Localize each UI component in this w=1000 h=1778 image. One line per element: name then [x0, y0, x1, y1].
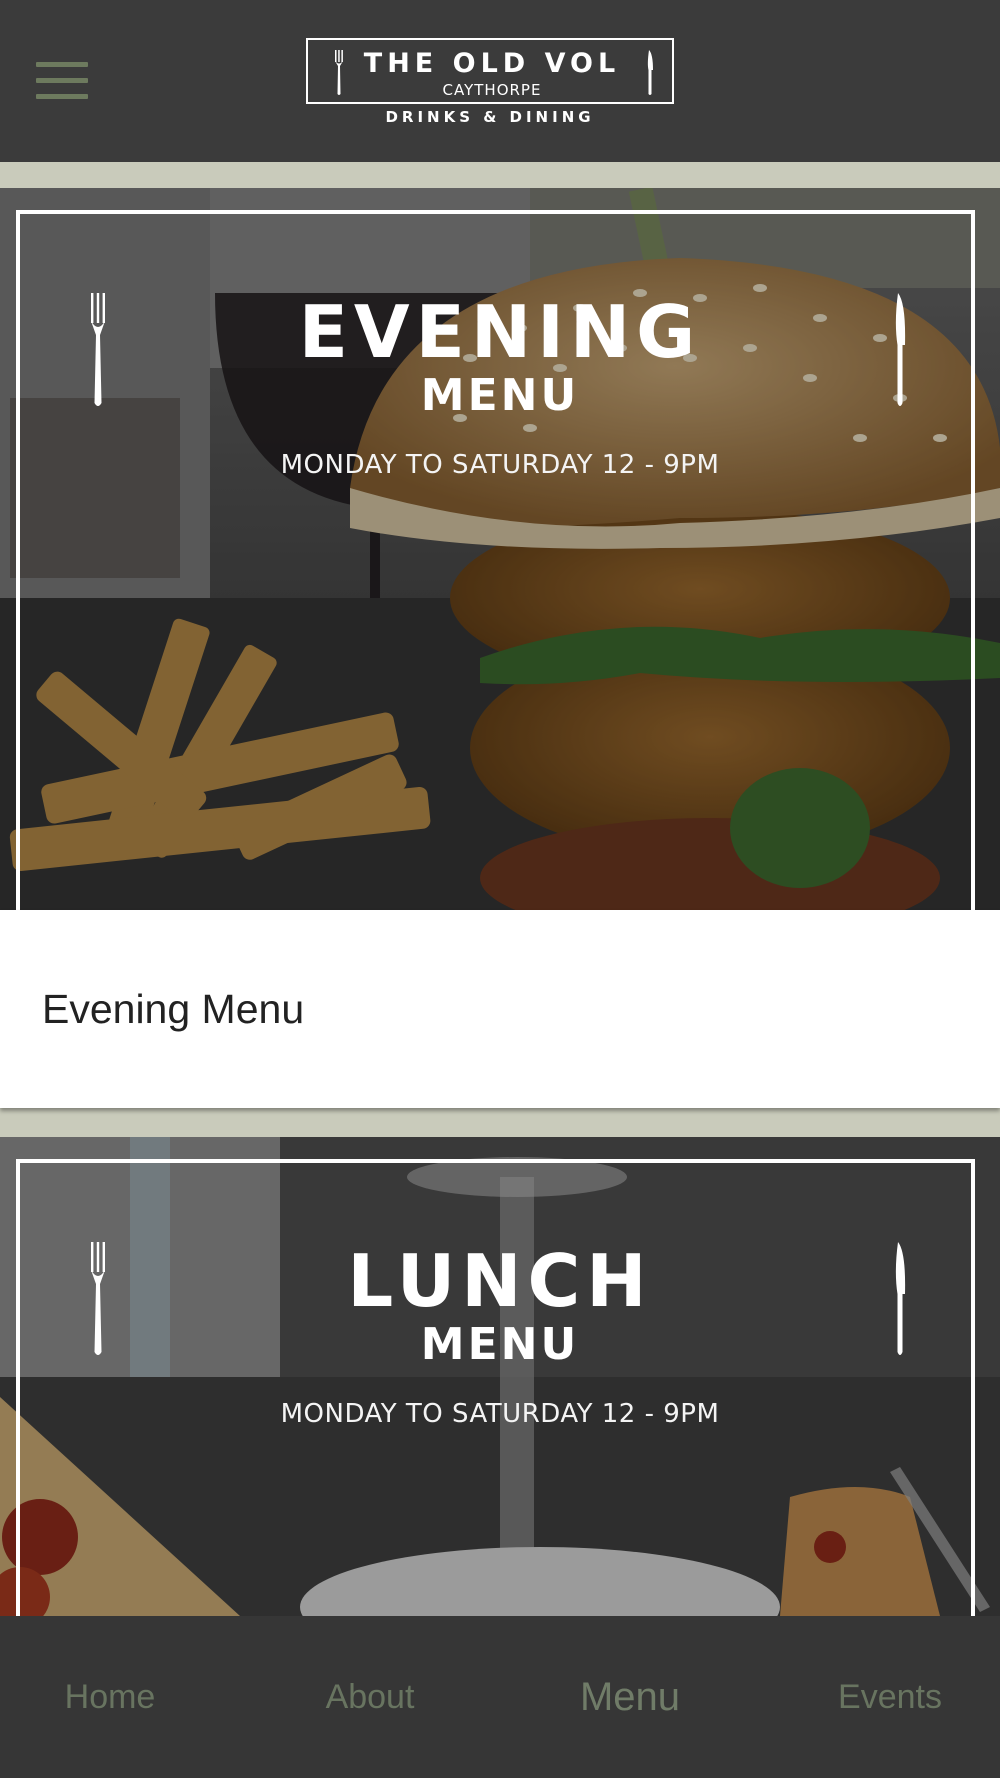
- logo-frame: THE OLD VOL CAYTHORPE: [306, 38, 674, 104]
- banner-border: [16, 1159, 975, 1616]
- nav-about[interactable]: About: [260, 1616, 480, 1778]
- restaurant-logo[interactable]: THE OLD VOL CAYTHORPE DRINKS & DINING: [306, 38, 678, 128]
- hamburger-menu-icon[interactable]: [36, 62, 88, 100]
- card-caption[interactable]: Evening Menu: [0, 910, 1000, 1108]
- logo-title: THE OLD VOL: [363, 48, 621, 79]
- banner-menu-label: MENU: [420, 370, 580, 421]
- lunch-menu-banner[interactable]: LUNCH MENU MONDAY TO SATURDAY 12 - 9PM: [0, 1137, 1000, 1616]
- logo-tagline: DRINKS & DINING: [385, 108, 595, 126]
- evening-menu-banner[interactable]: EVENING MENU MONDAY TO SATURDAY 12 - 9PM: [0, 188, 1000, 910]
- banner-hours: MONDAY TO SATURDAY 12 - 9PM: [280, 450, 720, 480]
- logo-subtitle: CAYTHORPE: [442, 81, 542, 99]
- banner-hours: MONDAY TO SATURDAY 12 - 9PM: [280, 1399, 720, 1429]
- banner-menu-label: MENU: [420, 1319, 580, 1370]
- card-title: Evening Menu: [42, 986, 305, 1032]
- app-header: THE OLD VOL CAYTHORPE DRINKS & DINING: [0, 0, 1000, 162]
- menu-card-evening[interactable]: EVENING MENU MONDAY TO SATURDAY 12 - 9PM…: [0, 188, 1000, 1108]
- nav-menu[interactable]: Menu: [520, 1616, 740, 1778]
- nav-home[interactable]: Home: [0, 1616, 220, 1778]
- banner-title: EVENING: [298, 290, 702, 374]
- bottom-navigation: Home About Menu Events: [0, 1616, 1000, 1778]
- nav-events[interactable]: Events: [780, 1616, 1000, 1778]
- menu-card-lunch[interactable]: LUNCH MENU MONDAY TO SATURDAY 12 - 9PM: [0, 1137, 1000, 1616]
- banner-title: LUNCH: [347, 1239, 653, 1323]
